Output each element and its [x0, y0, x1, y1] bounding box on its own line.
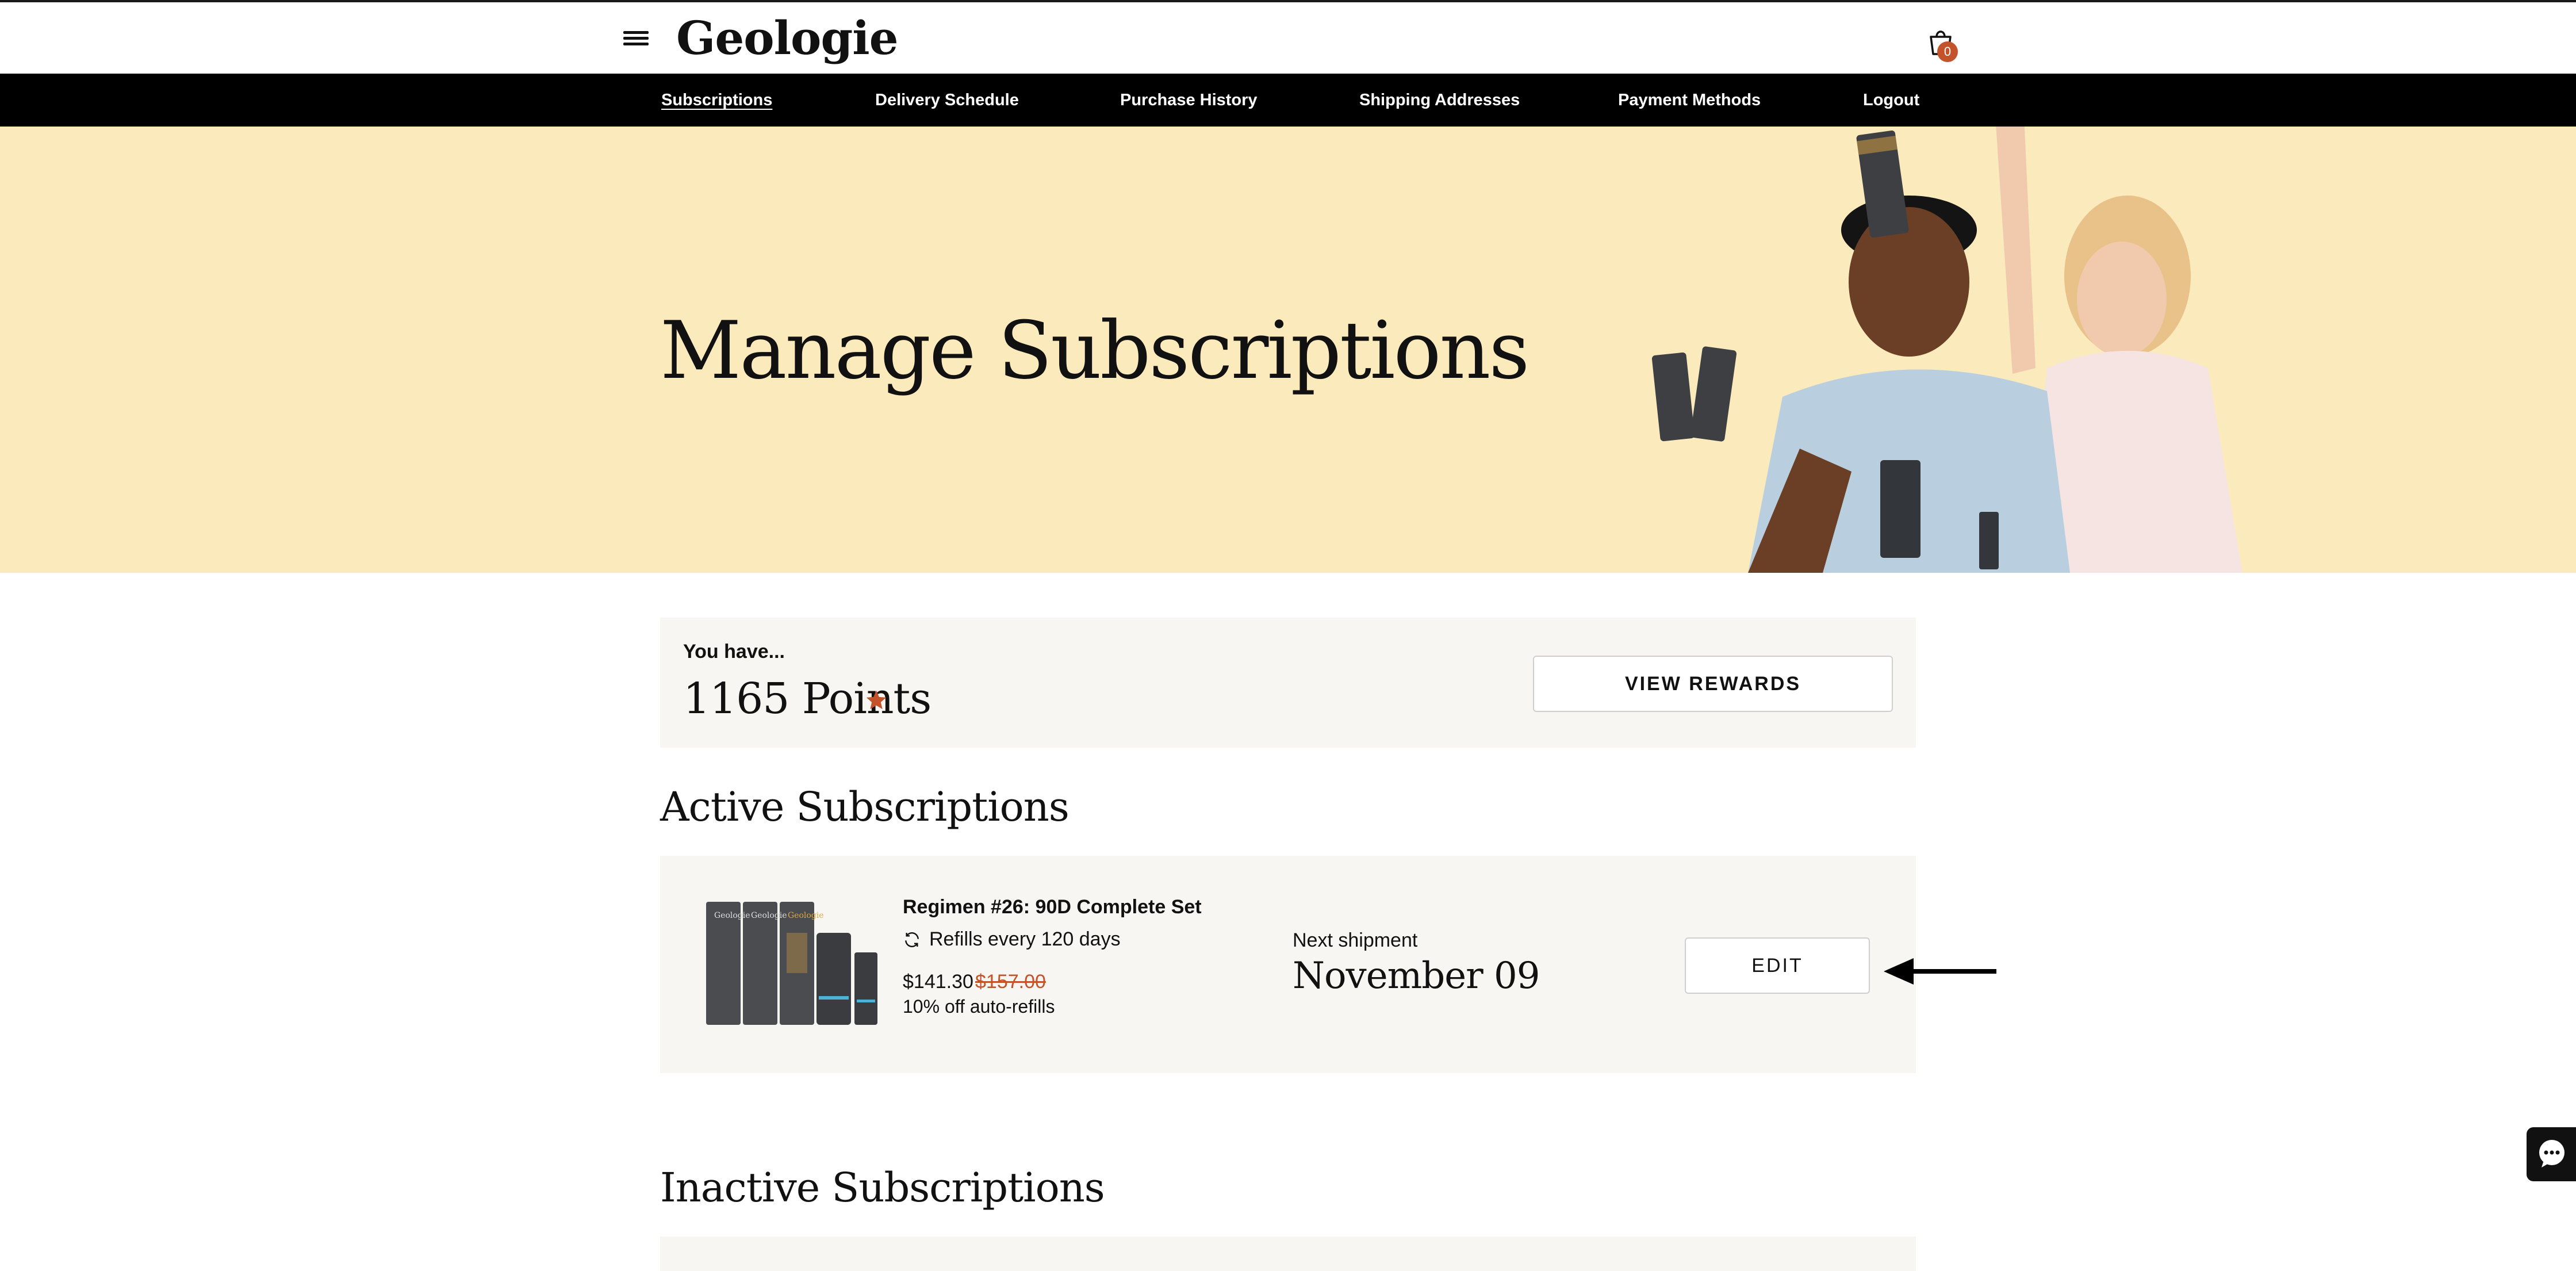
view-rewards-button[interactable]: VIEW REWARDS	[1533, 656, 1893, 712]
star-icon	[866, 690, 887, 709]
refresh-icon	[905, 932, 919, 947]
nav-item-shipping-addresses[interactable]: Shipping Addresses	[1359, 74, 1520, 127]
original-price: $157.00	[975, 971, 1046, 993]
rewards-points-card: You have... 1165 Points VIEW REWARDS	[660, 618, 1916, 748]
points-value: 1165 Points	[683, 674, 931, 723]
cart-count-badge: 0	[1937, 41, 1958, 62]
subscription-product-name: Regimen #26: 90D Complete Set	[903, 896, 1202, 918]
page-title: Manage Subscriptions	[660, 304, 1529, 397]
discount-note: 10% off auto-refills	[903, 996, 1055, 1017]
current-price: $141.30	[903, 971, 973, 993]
nav-item-subscriptions[interactable]: Subscriptions	[661, 74, 772, 127]
hero-banner: Manage Subscriptions	[0, 127, 2576, 573]
hamburger-menu-icon[interactable]	[623, 31, 649, 46]
edit-subscription-button[interactable]: EDIT	[1685, 937, 1870, 994]
chat-bubble-icon	[2539, 1140, 2564, 1167]
refill-frequency: Refills every 120 days	[903, 928, 1121, 951]
product-image: Geologie Geologie Geologie	[706, 902, 877, 1025]
inactive-subscription-card	[660, 1236, 1916, 1271]
site-header: Geologie 0	[0, 0, 2576, 74]
chat-widget-button[interactable]	[2527, 1127, 2576, 1181]
subscription-card: Geologie Geologie Geologie Regimen #26: …	[660, 856, 1916, 1073]
hero-image	[1651, 127, 2242, 573]
logo[interactable]: Geologie	[676, 10, 899, 66]
refill-text: Refills every 120 days	[929, 928, 1121, 950]
svg-text:Geologie: Geologie	[714, 911, 750, 920]
points-caption: You have...	[683, 641, 785, 663]
svg-text:Geologie: Geologie	[751, 911, 787, 920]
next-shipment-label: Next shipment	[1293, 929, 1418, 951]
nav-item-purchase-history[interactable]: Purchase History	[1120, 74, 1258, 127]
nav-item-payment-methods[interactable]: Payment Methods	[1618, 74, 1761, 127]
arrow-pointer-icon	[1884, 958, 1996, 985]
inactive-subscriptions-heading: Inactive Subscriptions	[660, 1164, 1105, 1211]
nav-item-logout[interactable]: Logout	[1863, 74, 1919, 127]
nav-item-delivery-schedule[interactable]: Delivery Schedule	[875, 74, 1019, 127]
account-nav: Subscriptions Delivery Schedule Purchase…	[0, 74, 2576, 127]
active-subscriptions-heading: Active Subscriptions	[660, 783, 1070, 830]
svg-text:Geologie: Geologie	[788, 911, 824, 920]
next-shipment-date: November 09	[1293, 955, 1540, 997]
